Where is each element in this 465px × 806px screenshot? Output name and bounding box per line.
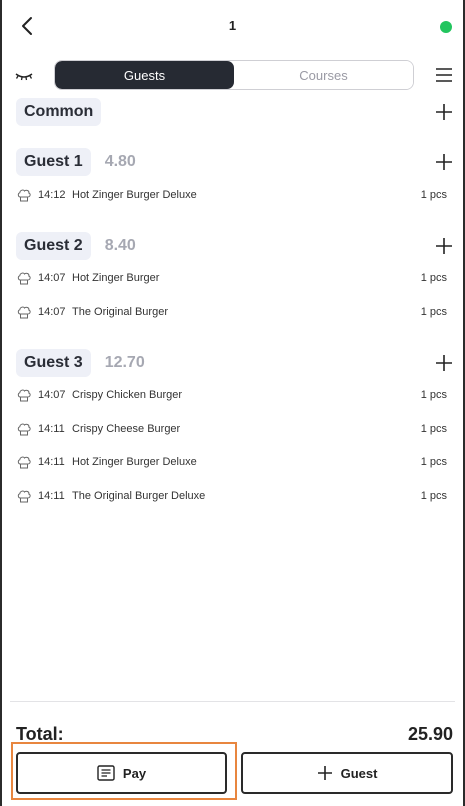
view-toggle: Guests Courses (54, 60, 414, 90)
item-qty: 1 pcs (420, 489, 447, 502)
order-screen: 1 Guests Courses Common Guest 1 4.80 14:… (2, 0, 463, 806)
group-label[interactable]: Guest 2 (16, 231, 91, 260)
top-bar: 1 (2, 0, 463, 52)
add-guest-button-label: Guest (340, 765, 378, 781)
table-number: 1 (228, 18, 237, 33)
plus-icon[interactable] (435, 103, 453, 121)
item-name: Hot Zinger Burger Deluxe (72, 188, 197, 201)
item-name: Crispy Cheese Burger (72, 422, 181, 435)
group-common: Common (2, 96, 463, 146)
group-label[interactable]: Guest 3 (16, 348, 91, 377)
hamburger-menu-icon[interactable] (435, 67, 453, 83)
group-header: Guest 3 12.70 (2, 347, 463, 379)
item-time: 14:11 (38, 422, 65, 435)
item-name: Hot Zinger Burger Deluxe (72, 456, 197, 469)
group-guest-2: Guest 2 8.40 14:07 Hot Zinger Burger 1 p… (2, 230, 463, 347)
group-header: Guest 1 4.80 (2, 146, 463, 178)
item-qty: 1 pcs (420, 422, 447, 435)
chef-hat-icon (17, 389, 31, 402)
pay-button[interactable]: Pay (16, 752, 227, 794)
item-qty: 1 pcs (420, 188, 447, 201)
plus-icon[interactable] (435, 354, 453, 372)
chef-hat-icon (17, 189, 31, 202)
item-qty: 1 pcs (420, 305, 447, 318)
chef-hat-icon (17, 272, 31, 285)
chef-hat-icon (17, 456, 31, 469)
group-header: Guest 2 8.40 (2, 230, 463, 262)
tab-courses[interactable]: Courses (234, 61, 413, 89)
group-guest-3: Guest 3 12.70 14:07 Crispy Chicken Burge… (2, 347, 463, 517)
item-time: 14:07 (38, 305, 66, 318)
tab-guests[interactable]: Guests (55, 61, 234, 89)
item-qty: 1 pcs (420, 272, 447, 285)
toolbar: Guests Courses (2, 58, 463, 92)
chef-hat-icon (17, 306, 31, 319)
item-time: 14:07 (38, 272, 66, 285)
item-time: 14:07 (38, 389, 66, 402)
item-name: The Original Burger Deluxe (72, 489, 206, 502)
list-item[interactable]: 14:07 Hot Zinger Burger 1 pcs (2, 262, 463, 296)
item-time: 14:12 (38, 188, 66, 201)
plus-icon (317, 766, 332, 780)
plus-icon[interactable] (435, 237, 453, 255)
guest-list: Common Guest 1 4.80 14:12 Hot Zinger Bur… (2, 96, 463, 517)
list-item[interactable]: 14:11 Hot Zinger Burger Deluxe 1 pcs (2, 446, 463, 480)
list-item[interactable]: 14:07 The Original Burger 1 pcs (2, 295, 463, 329)
receipt-icon (97, 765, 115, 781)
item-name: Hot Zinger Burger (72, 272, 160, 285)
item-time: 14:11 (38, 456, 65, 469)
group-guest-1: Guest 1 4.80 14:12 Hot Zinger Burger Del… (2, 146, 463, 230)
item-time: 14:11 (38, 489, 65, 502)
group-label[interactable]: Common (16, 98, 102, 126)
group-sum: 12.70 (104, 353, 145, 371)
group-sum: 8.40 (104, 236, 136, 254)
chef-hat-icon (17, 423, 31, 436)
group-header: Common (2, 96, 463, 128)
item-name: The Original Burger (72, 305, 168, 318)
eye-closed-icon[interactable] (14, 66, 34, 84)
chef-hat-icon (17, 490, 31, 503)
add-guest-button[interactable]: Guest (241, 752, 453, 794)
list-item[interactable]: 14:11 The Original Burger Deluxe 1 pcs (2, 479, 463, 513)
list-item[interactable]: 14:07 Crispy Chicken Burger 1 pcs (2, 379, 463, 413)
item-name: Crispy Chicken Burger (72, 389, 183, 402)
list-item[interactable]: 14:11 Crispy Cheese Burger 1 pcs (2, 412, 463, 446)
list-item[interactable]: 14:12 Hot Zinger Burger Deluxe 1 pcs (2, 178, 463, 212)
divider (10, 701, 455, 702)
status-indicator (440, 21, 452, 33)
item-qty: 1 pcs (420, 389, 447, 402)
total-value: 25.90 (407, 724, 453, 744)
group-label[interactable]: Guest 1 (16, 148, 91, 176)
plus-icon[interactable] (435, 153, 453, 171)
group-sum: 4.80 (104, 153, 136, 170)
pay-button-label: Pay (122, 765, 147, 781)
item-qty: 1 pcs (420, 456, 447, 469)
